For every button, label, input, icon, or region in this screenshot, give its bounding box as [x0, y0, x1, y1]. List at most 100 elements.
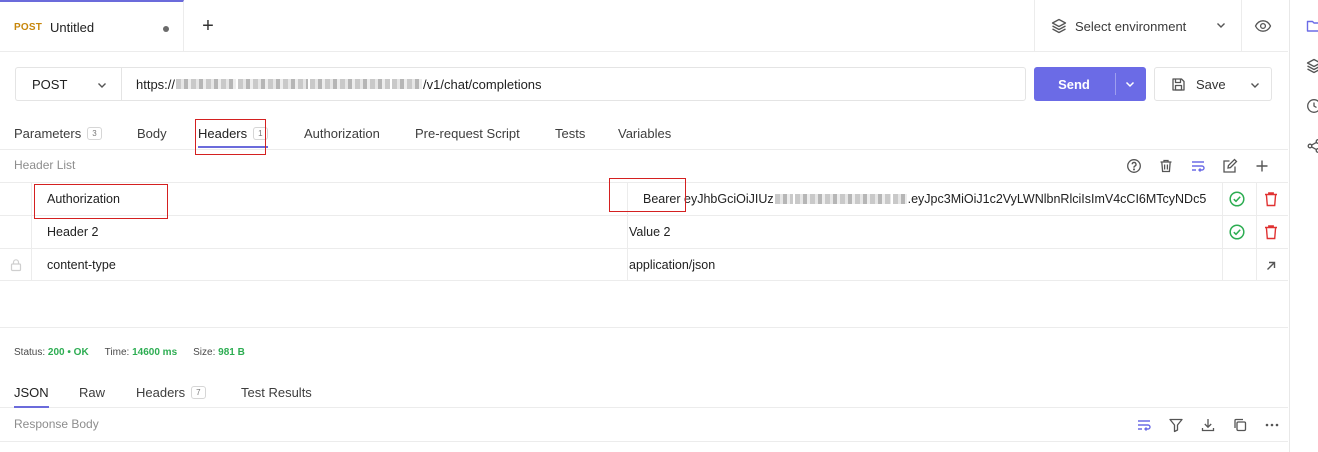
column-divider — [627, 249, 628, 281]
header-value-input[interactable]: Bearer eyJhbGciOiJIUz .eyJpc3MiOiJ1c2VyL… — [643, 183, 1223, 215]
size-value: 981 B — [218, 347, 245, 358]
wrap-lines-icon[interactable] — [1182, 157, 1214, 175]
tab-method-badge: POST — [14, 21, 43, 33]
value-start: eyJhbGciOiJIUz — [684, 192, 774, 206]
eye-icon[interactable] — [1254, 17, 1272, 35]
panel-divider — [0, 327, 1288, 328]
tab-label: Test Results — [241, 384, 312, 400]
method-select[interactable]: POST — [15, 67, 122, 101]
edit-icon[interactable] — [1214, 157, 1246, 175]
add-icon[interactable] — [1246, 157, 1278, 175]
main-panel: POST Untitled + Select environment POST … — [0, 0, 1288, 452]
tab-label: Authorization — [304, 125, 380, 141]
row-toggle[interactable] — [0, 216, 32, 248]
copy-icon[interactable] — [1224, 416, 1256, 434]
column-divider — [627, 183, 628, 215]
environment-label: Select environment — [1075, 18, 1187, 34]
download-icon[interactable] — [1192, 416, 1224, 434]
unsaved-dot-icon[interactable] — [163, 26, 169, 32]
save-label: Save — [1196, 76, 1226, 92]
header-list-actions — [1118, 157, 1278, 175]
response-status-bar: Status: 200 • OK Time: 14600 ms Size: 98… — [14, 347, 245, 358]
save-button[interactable]: Save — [1154, 67, 1272, 101]
time-value: 14600 ms — [132, 347, 178, 358]
trash-icon[interactable] — [1263, 190, 1279, 208]
tab-label: Parameters — [14, 125, 82, 141]
right-rail — [1289, 0, 1318, 452]
column-divider — [627, 216, 628, 248]
header-value-input: application/json — [629, 258, 716, 272]
time-info: Time: 14600 ms — [105, 347, 177, 358]
count-badge: 1 — [253, 126, 268, 140]
tab-authorization[interactable]: Authorization — [304, 116, 380, 150]
send-button[interactable]: Send — [1034, 67, 1146, 101]
tab-headers[interactable]: Headers 1 — [198, 116, 268, 150]
tab-response-headers[interactable]: Headers 7 — [136, 376, 206, 408]
tab-bar: POST Untitled + Select environment — [0, 0, 1288, 52]
filter-icon[interactable] — [1160, 416, 1192, 434]
row-toggle[interactable] — [0, 183, 32, 215]
request-tab[interactable]: POST Untitled — [0, 0, 184, 52]
environment-select[interactable]: Select environment — [1034, 0, 1242, 52]
redacted-url-segment — [392, 79, 423, 89]
chevron-down-icon[interactable] — [1249, 79, 1261, 91]
method-value: POST — [32, 76, 68, 92]
redacted-url-segment — [176, 79, 237, 89]
url-input[interactable]: https:// /v1/chat/completions — [121, 67, 1026, 101]
tab-label: Pre-request Script — [415, 125, 520, 141]
more-icon[interactable] — [1256, 416, 1288, 434]
response-body-title: Response Body — [14, 417, 99, 431]
tab-variables[interactable]: Variables — [618, 116, 671, 150]
share-icon[interactable] — [1306, 138, 1318, 154]
count-badge: 7 — [191, 385, 206, 399]
redacted-url-segment — [310, 79, 391, 89]
tab-label: Headers — [136, 384, 186, 400]
tab-label: JSON — [14, 384, 49, 400]
status-value: 200 • OK — [47, 347, 89, 358]
column-divider — [1222, 183, 1223, 215]
tab-pre-request-script[interactable]: Pre-request Script — [415, 116, 520, 150]
header-key-input[interactable]: Header 2 — [47, 216, 607, 248]
trash-icon[interactable] — [1263, 223, 1279, 241]
folder-icon[interactable] — [1306, 18, 1318, 34]
column-divider — [1222, 249, 1223, 281]
help-icon[interactable] — [1118, 157, 1150, 175]
count-badge: 3 — [87, 126, 102, 140]
tab-test-results[interactable]: Test Results — [241, 376, 312, 408]
trash-icon[interactable] — [1150, 157, 1182, 175]
chevron-down-icon — [1217, 23, 1225, 28]
header-key-input[interactable]: Authorization — [47, 183, 607, 215]
check-circle-icon[interactable] — [1228, 223, 1246, 241]
status-info: Status: 200 • OK — [14, 347, 89, 358]
size-info: Size: 981 B — [193, 347, 245, 358]
response-tabs: JSON Raw Headers 7 Test Results — [0, 376, 1288, 408]
tab-body[interactable]: Body — [137, 116, 167, 150]
chevron-down-icon[interactable] — [1124, 78, 1136, 90]
table-row: Authorization Bearer eyJhbGciOiJIUz .eyJ… — [0, 182, 1288, 215]
send-label: Send — [1058, 76, 1090, 92]
redacted-token-segment — [892, 194, 907, 204]
header-table: Authorization Bearer eyJhbGciOiJIUz .eyJ… — [0, 182, 1288, 281]
tab-json[interactable]: JSON — [14, 376, 49, 408]
layers-icon — [1051, 18, 1067, 34]
tab-tests[interactable]: Tests — [555, 116, 585, 150]
wrap-lines-icon[interactable] — [1128, 416, 1160, 434]
tab-parameters[interactable]: Parameters 3 — [14, 116, 102, 150]
new-tab-button[interactable]: + — [198, 14, 218, 38]
header-value-input[interactable]: Value 2 — [629, 216, 1209, 248]
value-prefix: Bearer — [643, 192, 684, 206]
column-divider — [1256, 249, 1257, 281]
request-tabs: Parameters 3 Body Headers 1 Authorizatio… — [0, 116, 1288, 150]
send-divider — [1115, 73, 1116, 95]
tab-label: Raw — [79, 384, 106, 400]
url-prefix: https:// — [136, 76, 176, 92]
arrow-up-left-icon[interactable] — [1263, 256, 1279, 274]
panel-divider — [0, 441, 1288, 442]
check-circle-icon[interactable] — [1228, 190, 1246, 208]
history-icon[interactable] — [1306, 98, 1318, 114]
tab-raw[interactable]: Raw — [79, 376, 105, 408]
layers-icon[interactable] — [1306, 58, 1318, 74]
lock-icon — [10, 259, 21, 272]
header-list-title: Header List — [14, 158, 76, 172]
redacted-token-segment — [794, 194, 891, 204]
